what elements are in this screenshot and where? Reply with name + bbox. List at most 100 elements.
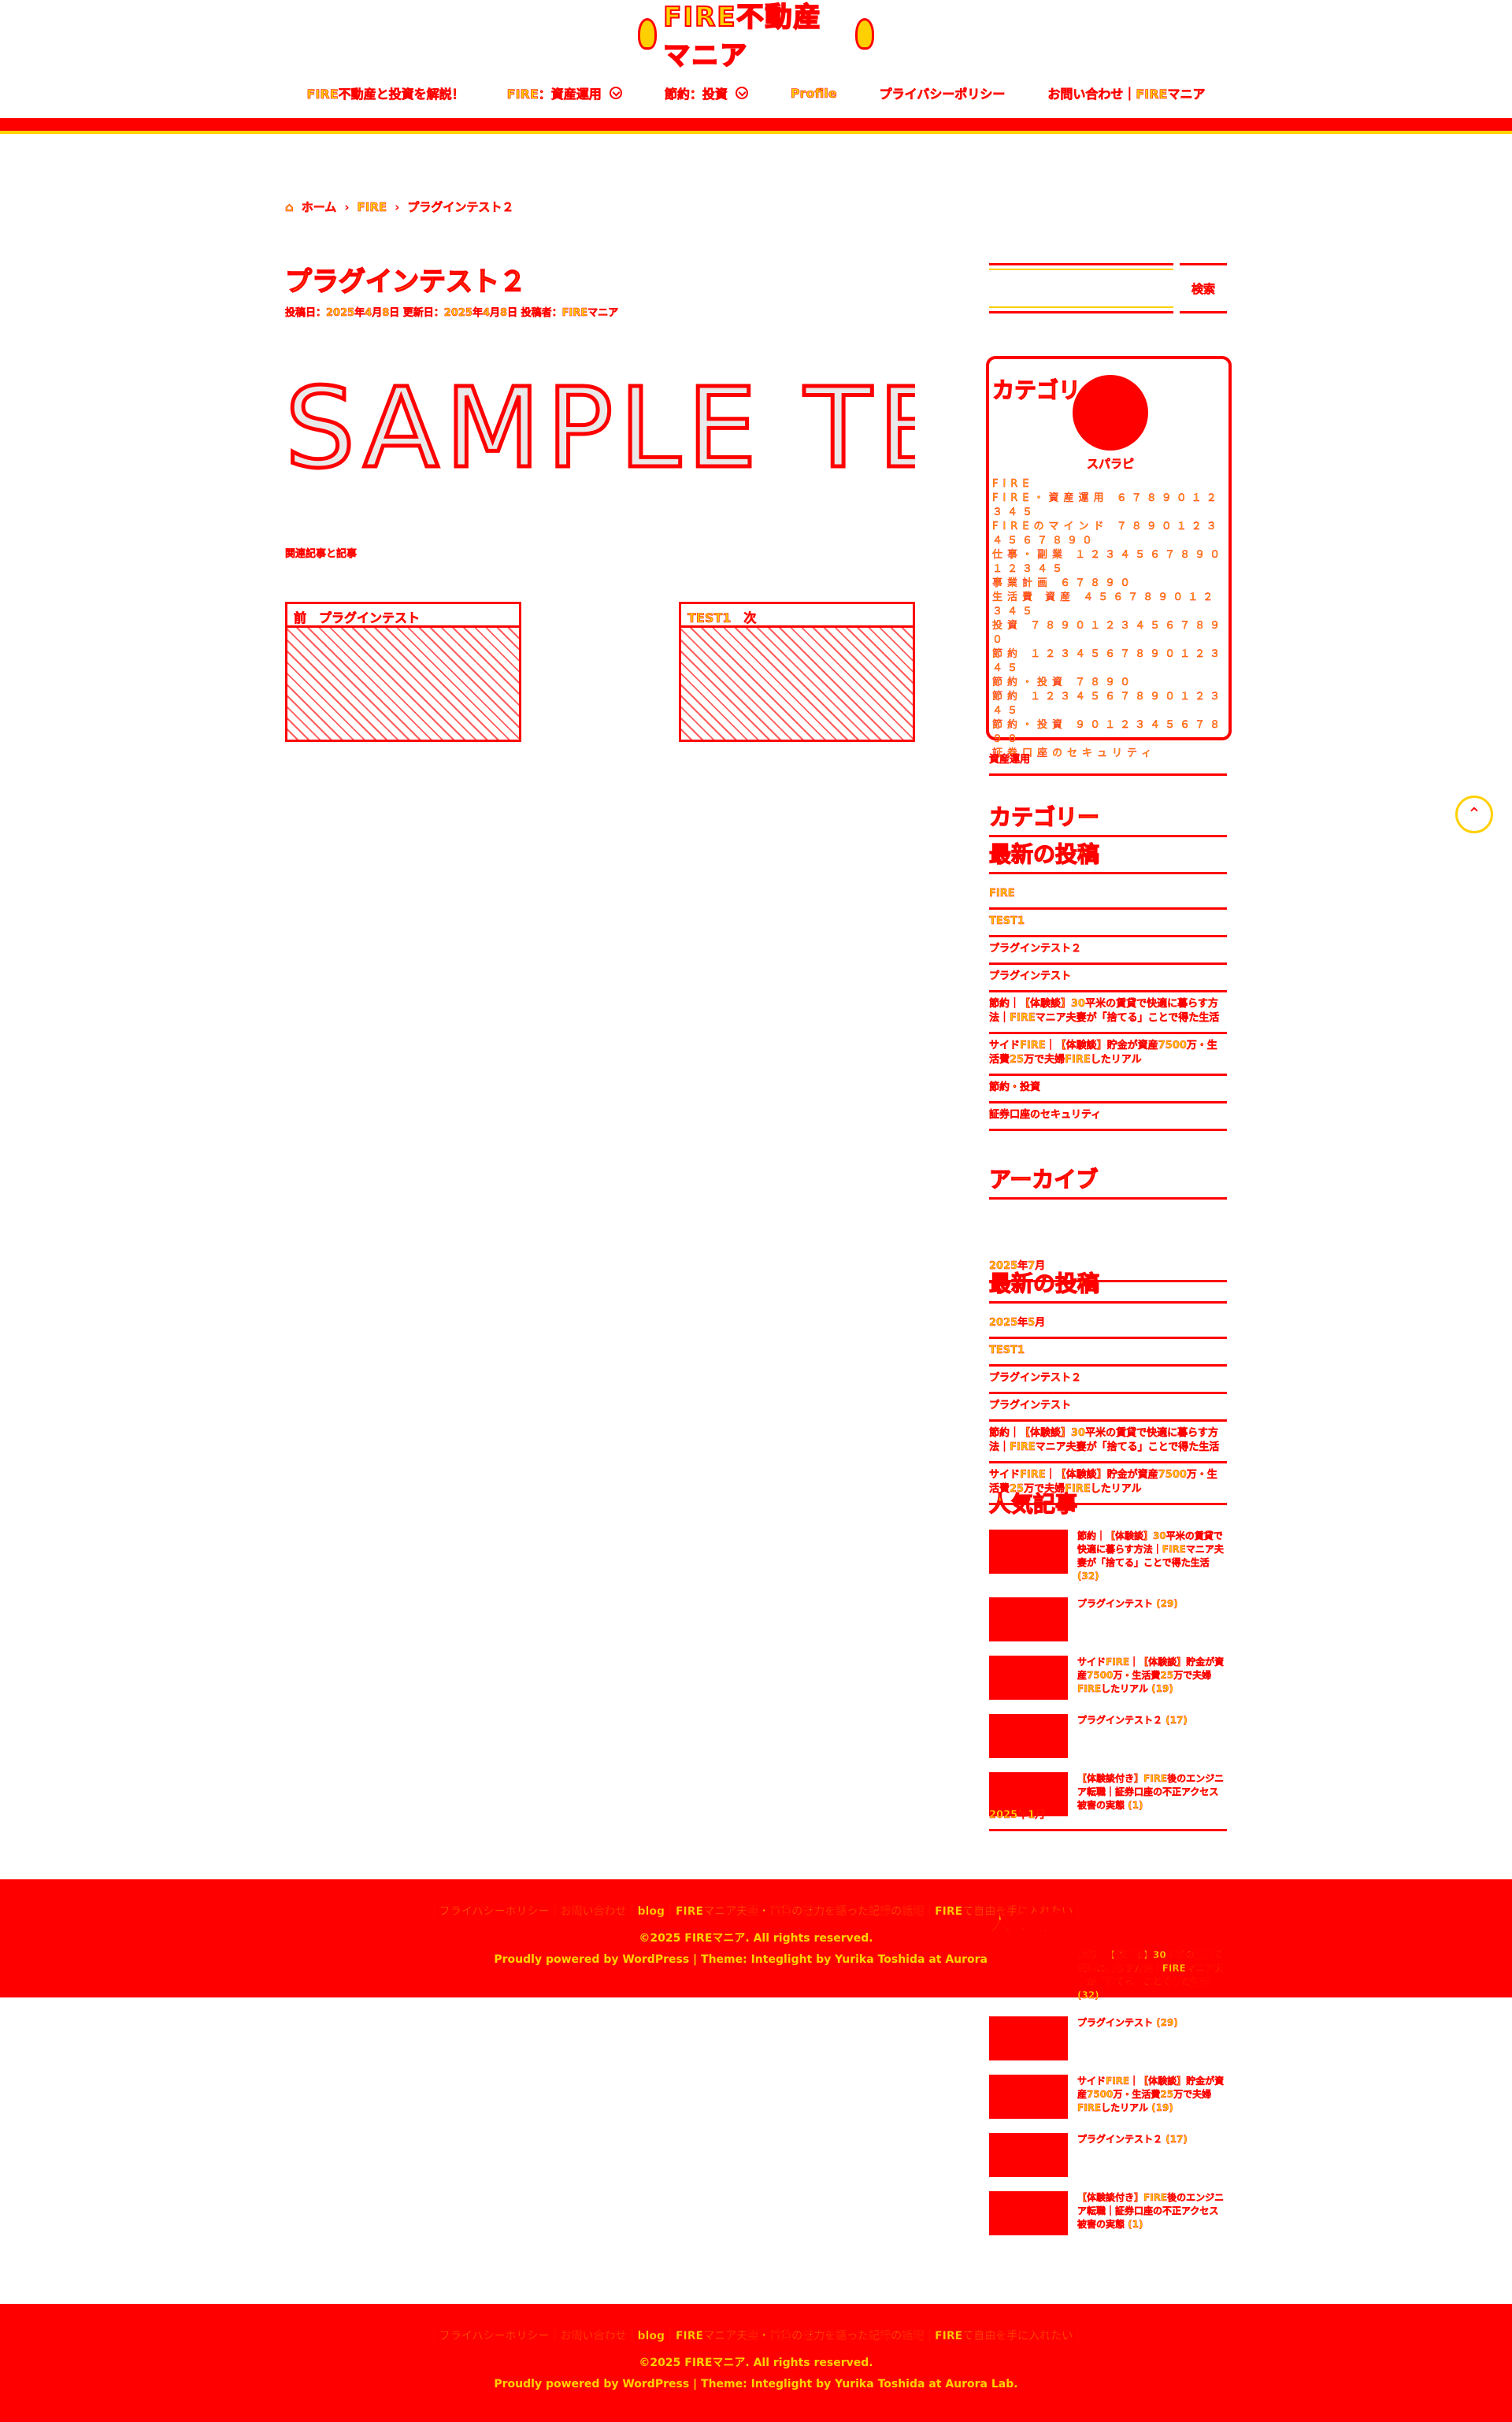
profile-name: スパラピ (1087, 457, 1135, 472)
breadcrumb-current: プラグインテスト２ (407, 200, 514, 215)
category-item[interactable]: 事業計画 ６７８９０ (992, 577, 1228, 591)
popular-thumbnail (989, 1530, 1068, 1574)
list-item[interactable]: TEST1 (989, 1339, 1227, 1367)
flame-icon (638, 18, 658, 50)
nav-label: FIRE：資産運用 (506, 87, 602, 102)
category-item[interactable]: 節約 １２３４５６７８９０１２３４５ (992, 690, 1228, 718)
category-item[interactable]: FIRE (992, 477, 1228, 491)
nav-label: Profile (790, 85, 837, 101)
category-item[interactable]: 節約 １２３４５６７８９０１２３４５ (992, 647, 1228, 676)
list-item[interactable]: 節約｜【体験談】30平米の賃貸で快適に暮らす方法｜FIREマニア夫妻が「捨てる」… (989, 992, 1227, 1034)
related-caption: 関連記事と記事 (285, 548, 358, 560)
footer-links[interactable]: ｜プライバシーポリシー｜お問い合わせ｜blog｜FIREマニア夫妻・賃貸の魅力を… (0, 2327, 1512, 2343)
list-item[interactable]: 節約｜【体験談】30平米の賃貸で快適に暮らす方法｜FIREマニア夫妻が「捨てる」… (989, 1422, 1227, 1463)
popular-title: サイドFIRE｜【体験談】貯金が資産7500万・生活費25万で夫婦FIREしたリ… (1077, 2075, 1225, 2113)
chevron-down-icon[interactable] (735, 87, 748, 99)
nav-item-fire[interactable]: FIRE：資産運用 (506, 83, 622, 102)
nav-item-privacy[interactable]: プライバシーポリシー (879, 83, 1005, 102)
popular-thumbnail (989, 1714, 1068, 1758)
header-divider (0, 118, 1512, 134)
popular-title: 節約｜【体験談】30平米の賃貸で快適に暮らす方法｜FIREマニア夫妻が「捨てる」… (1077, 1530, 1224, 1582)
popular-item[interactable]: サイドFIRE｜【体験談】貯金が資産7500万・生活費25万で夫婦FIREしたリ… (989, 2075, 1227, 2119)
search-input[interactable] (989, 263, 1173, 313)
archive-item[interactable]: 2025年5月 (989, 1311, 1227, 1339)
search-button[interactable]: 検索 (1180, 263, 1227, 313)
list-item[interactable]: プラグインテスト (989, 965, 1227, 992)
breadcrumb-home[interactable]: ホーム (302, 198, 337, 215)
list-item[interactable]: 証券口座のセキュリティ (989, 1103, 1227, 1131)
popular-title: プラグインテスト (29) (1077, 2017, 1178, 2028)
recent-posts-widget: カテゴリー 最新の投稿 FIRE TEST1 プラグインテスト２ プラグインテス… (988, 800, 1227, 1131)
post-title: プラグインテスト２ (284, 265, 527, 299)
breadcrumb-separator: › (344, 199, 350, 214)
popular-item[interactable]: プラグインテスト２ (17) (989, 1714, 1227, 1758)
widget-title: 最新の投稿 (988, 837, 1227, 874)
main-nav: FIRE不動産と投資を解説！ FIRE：資産運用 節約：投資 Profile プ… (306, 79, 1206, 107)
footer-links[interactable]: ｜プライバシーポリシー｜お問い合わせ｜blog｜FIREマニア夫妻・賃貸の魅力を… (0, 1903, 1512, 1919)
archive-item[interactable]: 2025年1月 (989, 1804, 1227, 1831)
popular-thumbnail (989, 1949, 1068, 1993)
breadcrumb-category[interactable]: FIRE (357, 199, 387, 214)
widget-title: 人気記事 (988, 1490, 1078, 1517)
category-item[interactable]: 資産運用 (989, 748, 1227, 776)
site-title: FIRE不動産マニア (662, 1, 822, 72)
category-item[interactable]: 生活費 資産 ４５６７８９０１２３４５ (992, 591, 1228, 619)
archive-list: 2025年1月 (989, 1804, 1227, 1831)
footer-copyright: ©2025 FIREマニア. All rights reserved. (639, 1932, 873, 1945)
prev-post-card[interactable]: 前 プラグインテスト (285, 602, 521, 742)
next-post-thumbnail (681, 628, 913, 740)
popular-title: サイドFIRE｜【体験談】貯金が資産7500万・生活費25万で夫婦FIREしたリ… (1077, 1656, 1225, 1694)
footer-copyright: ©2025 FIREマニア. All rights reserved. (639, 2357, 873, 2369)
nav-label: 節約：投資 (664, 87, 728, 102)
list-item[interactable]: FIRE (989, 882, 1227, 910)
back-to-top-button[interactable]: ⌃ (1455, 796, 1493, 833)
nav-item-home[interactable]: FIRE不動産と投資を解説！ (306, 83, 465, 102)
sample-text: SAMPLE TE (285, 370, 915, 488)
site-footer: ｜プライバシーポリシー｜お問い合わせ｜blog｜FIREマニア夫妻・賃貸の魅力を… (0, 1879, 1512, 1997)
nav-label: FIRE不動産と投資を解説！ (306, 87, 465, 102)
breadcrumb-separator: › (395, 199, 400, 214)
widget-title: 最新の投稿 (988, 1267, 1227, 1304)
next-post-card[interactable]: TEST1 次 (679, 602, 915, 742)
list-item[interactable]: サイドFIRE｜【体験談】貯金が資産7500万・生活費25万で夫婦FIREしたリ… (989, 1034, 1227, 1076)
popular-item[interactable]: プラグインテスト２ (17) (989, 2133, 1227, 2177)
post-meta: 投稿日：2025年4月8日 更新日：2025年4月8日 投稿者：FIREマニア (285, 307, 619, 320)
category-item[interactable]: FIRE・資産運用 ６７８９０１２３４５ (992, 491, 1228, 520)
footer-powered-by[interactable]: Proudly powered by WordPress | Theme: In… (0, 2378, 1512, 2390)
popular-item[interactable]: プラグインテスト (29) (989, 1597, 1227, 1641)
popular-thumbnail (989, 2016, 1068, 2060)
popular-thumbnail (989, 2133, 1068, 2177)
popular-item[interactable]: 【体験談付き】FIRE後のエンジニア転職｜証券口座の不正アクセス被害の実態 (1… (989, 2191, 1227, 2235)
popular-item[interactable]: サイドFIRE｜【体験談】貯金が資産7500万・生活費25万で夫婦FIREしたリ… (989, 1656, 1227, 1700)
chevron-down-icon[interactable] (609, 87, 622, 99)
list-item[interactable]: TEST1 (989, 910, 1227, 937)
popular-thumbnail (989, 2191, 1068, 2235)
popular-item[interactable]: 節約｜【体験談】30平米の賃貸で快適に暮らす方法｜FIREマニア夫妻が「捨てる」… (989, 1530, 1227, 1583)
list-item[interactable]: プラグインテスト２ (989, 937, 1227, 965)
home-icon[interactable]: ⌂ (285, 199, 294, 214)
popular-item[interactable]: プラグインテスト (29) (989, 2016, 1227, 2060)
nav-label: お問い合わせ｜FIREマニア (1047, 87, 1206, 102)
nav-item-saving[interactable]: 節約：投資 (665, 83, 748, 102)
page: FIRE不動産マニア FIRE不動産と投資を解説！ FIRE：資産運用 節約：投… (0, 0, 1512, 2422)
site-logo[interactable]: FIRE不動産マニア (638, 1, 874, 72)
recent-posts-widget-2: 最新の投稿 2025年5月 TEST1 プラグインテスト２ プラグインテスト 節… (988, 1267, 1227, 1505)
nav-item-contact[interactable]: お問い合わせ｜FIREマニア (1047, 83, 1206, 102)
archive-widget: アーカイブ 2025年7月 (988, 1163, 1227, 1282)
list-item[interactable]: 節約・投資 (989, 1076, 1227, 1103)
list-item[interactable]: プラグインテスト (989, 1394, 1227, 1422)
category-item[interactable]: 仕事・副業 １２３４５６７８９０１２３４５ (992, 548, 1228, 577)
prev-post-thumbnail (287, 628, 519, 740)
popular-title: 節約｜【体験談】30平米の賃貸で快適に暮らす方法｜FIREマニア夫妻が「捨てる」… (1077, 1949, 1224, 2001)
category-list: FIRE FIRE・資産運用 ６７８９０１２３４５ FIREのマインド ７８９０… (992, 477, 1228, 761)
footer-powered-by[interactable]: Proudly powered by WordPress | Theme: In… (0, 1953, 1512, 1966)
popular-item[interactable]: 節約｜【体験談】30平米の賃貸で快適に暮らす方法｜FIREマニア夫妻が「捨てる」… (989, 1949, 1227, 2002)
category-item[interactable]: 節約・投資 ９０１２３４５６７８９０ (992, 718, 1228, 747)
category-item[interactable]: 節約・投資 ７８９０ (992, 676, 1228, 690)
category-item[interactable]: 投資 ７８９０１２３４５６７８９０ (992, 619, 1228, 647)
profile-widget: カテゴリー スパラピ FIRE FIRE・資産運用 ６７８９０１２３４５ FIR… (986, 356, 1232, 759)
popular-title: プラグインテスト２ (17) (1077, 1715, 1188, 1726)
nav-item-profile[interactable]: Profile (790, 85, 837, 101)
list-item[interactable]: プラグインテスト２ (989, 1367, 1227, 1394)
category-item[interactable]: FIREのマインド ７８９０１２３４５６７８９０ (992, 520, 1228, 548)
